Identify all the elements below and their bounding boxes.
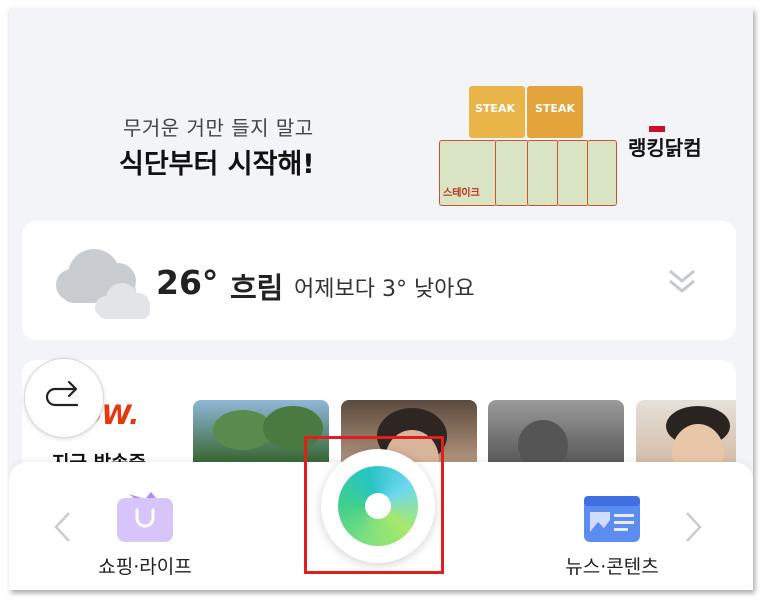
- chevron-right-icon[interactable]: [681, 510, 705, 544]
- double-chevron-down-icon[interactable]: [664, 263, 700, 299]
- green-dot-icon: [338, 466, 418, 546]
- ad-product-label: STEAK: [475, 102, 515, 115]
- weather-card[interactable]: 26° 흐림 어제보다 3° 낮아요: [22, 221, 736, 340]
- ad-banner[interactable]: 무거운 거만 들지 말고 식단부터 시작해! STEAK STEAK 스테이크 …: [9, 8, 753, 218]
- news-icon: [584, 496, 640, 542]
- share-arrow-icon: [45, 380, 79, 407]
- weather-temperature: 26°: [156, 263, 219, 302]
- nav-news-content[interactable]: 뉴스·콘텐츠: [552, 480, 672, 580]
- ad-product-label: 스테이크: [443, 188, 480, 199]
- nav-shopping-life[interactable]: 쇼핑·라이프: [85, 480, 205, 580]
- ad-product-image: STEAK STEAK 스테이크: [437, 84, 617, 208]
- app-screen: 무거운 거만 들지 말고 식단부터 시작해! STEAK STEAK 스테이크 …: [9, 8, 753, 590]
- ad-headline: 식단부터 시작해!: [119, 149, 315, 180]
- ad-product-label: STEAK: [535, 102, 575, 115]
- nav-shopping-label: 쇼핑·라이프: [98, 556, 192, 578]
- cloud-icon: [56, 249, 150, 319]
- green-dot-button[interactable]: [321, 449, 435, 563]
- nav-news-label: 뉴스·콘텐츠: [565, 556, 659, 578]
- ad-subtitle: 무거운 거만 들지 말고: [123, 116, 314, 140]
- weather-condition: 흐림: [230, 271, 284, 305]
- shopping-bag-icon: [117, 492, 173, 542]
- ad-brand-logo: 랭킹닭컴: [628, 136, 702, 160]
- chevron-left-icon[interactable]: [51, 510, 75, 544]
- weather-comparison: 어제보다 3° 낮아요: [294, 277, 475, 302]
- share-button[interactable]: [24, 358, 104, 438]
